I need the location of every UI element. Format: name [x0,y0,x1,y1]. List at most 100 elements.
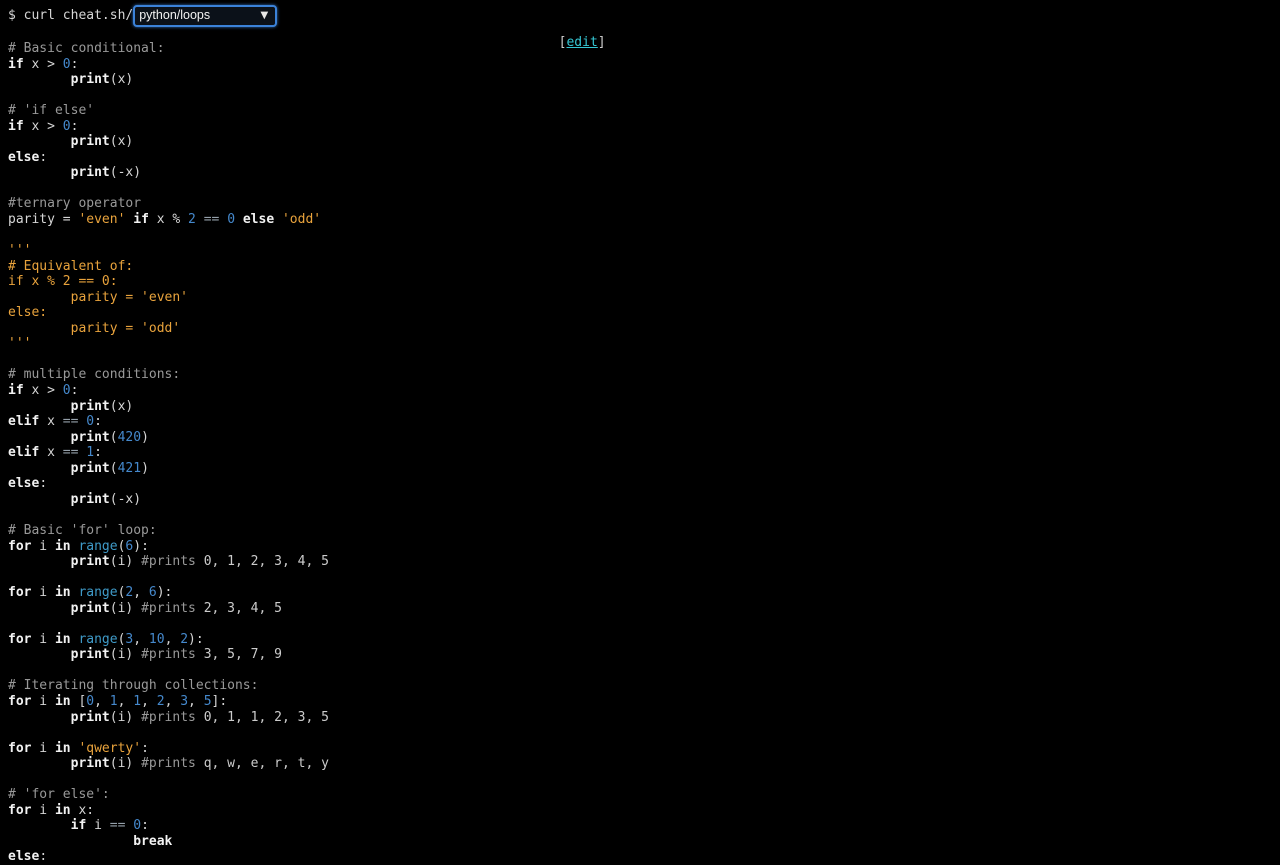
code-token: #prints [141,709,204,725]
code-token: 'even' [78,212,126,228]
code-token: x > [23,118,63,134]
code-token: : [70,383,79,399]
code-line: parity = 'odd' [8,321,329,337]
code-token: x > [23,383,63,399]
code-token: , [188,693,204,709]
code-token: parity = 'even' [8,289,189,305]
code-token: : [70,56,79,72]
code-token: , [94,693,110,709]
code-token: print [70,491,110,507]
code-token: #prints [141,554,204,570]
code-token: 2 [188,212,196,228]
code-token: (x) [109,134,134,150]
code-token: range [78,538,118,554]
code-token: : [70,118,79,134]
code-token: parity = 'odd' [8,320,181,336]
code-token: in [54,538,71,554]
code-token: ''' [8,336,32,352]
code-token: if [8,56,24,72]
code-token: 420 [117,429,142,445]
code-line: print(-x) [8,165,329,181]
code-line: print(x) [8,399,329,415]
code-token: q, w, e, r, t, y [203,756,329,772]
code-token: else: [8,305,48,321]
code-token: ( [109,460,118,476]
code-token: ]: [211,693,228,709]
code-token: x > [23,56,63,72]
code-token: x % [148,212,189,228]
code-token: print [70,134,110,150]
code-token: 'odd' [281,212,322,228]
code-token: 0 [86,693,95,709]
code-token: 2, 3, 4, 5 [203,600,282,616]
code-token: i [31,740,55,756]
code-line: elif x == 1: [8,445,329,461]
code-token: 0 [62,56,71,72]
code-line: parity = 'even' if x % 2 == 0 else 'odd' [8,212,329,228]
code-token: x [39,445,63,461]
dropdown-arrow-icon: ▼ [260,9,269,21]
code-line: else: [8,150,329,166]
code-token: ( [109,429,118,445]
code-token: parity = [8,212,79,228]
code-token: : [141,818,149,834]
code-token: for [8,802,32,818]
code-token: #prints [141,647,204,663]
topic-select[interactable]: python/loops ▼ [133,4,278,27]
code-token: 0 [86,414,95,430]
code-token: i [31,585,55,601]
code-line: if x > 0: [8,383,329,399]
code-token: ''' [8,243,32,259]
edit-link[interactable]: edit [566,35,597,50]
code-token: range [78,631,118,647]
code-token: else [8,149,40,165]
code-token: print [70,429,110,445]
code-line: print(i) #prints 2, 3, 4, 5 [8,601,329,617]
code-token: , [164,631,181,647]
code-token: (i) [109,756,142,772]
code-token: , [141,693,157,709]
code-line: for i in [0, 1, 1, 2, 3, 5]: [8,694,329,710]
code-line: ''' [8,336,329,352]
code-token: (-x) [109,491,142,507]
code-line: print(420) [8,430,329,446]
code-token: in [54,802,71,818]
code-token: 0 [62,118,71,134]
code-line: if x > 0: [8,57,329,73]
code-token: print [70,398,110,414]
code-token: ) [141,460,149,476]
code-line: else: [8,849,329,865]
code-line: print(i) #prints 0, 1, 1, 2, 3, 5 [8,710,329,726]
code-line: # Equivalent of: [8,259,329,275]
code-token: ) [141,429,149,445]
code-token: : [39,149,48,165]
code-token: x: [70,802,95,818]
code-token: (i) [109,600,142,616]
code-token: in [54,740,71,756]
code-token: ): [133,538,149,554]
code-token: #ternary operator [8,196,142,212]
edit-close-bracket: ] [597,35,606,50]
code-token: i [86,818,110,834]
code-line: for i in x: [8,803,329,819]
code-token: : [39,849,48,865]
code-token: : [94,414,102,430]
code-line: # multiple conditions: [8,367,329,383]
code-line: print(x) [8,134,329,150]
code-token: for [8,538,32,554]
code-line: break [8,834,329,850]
